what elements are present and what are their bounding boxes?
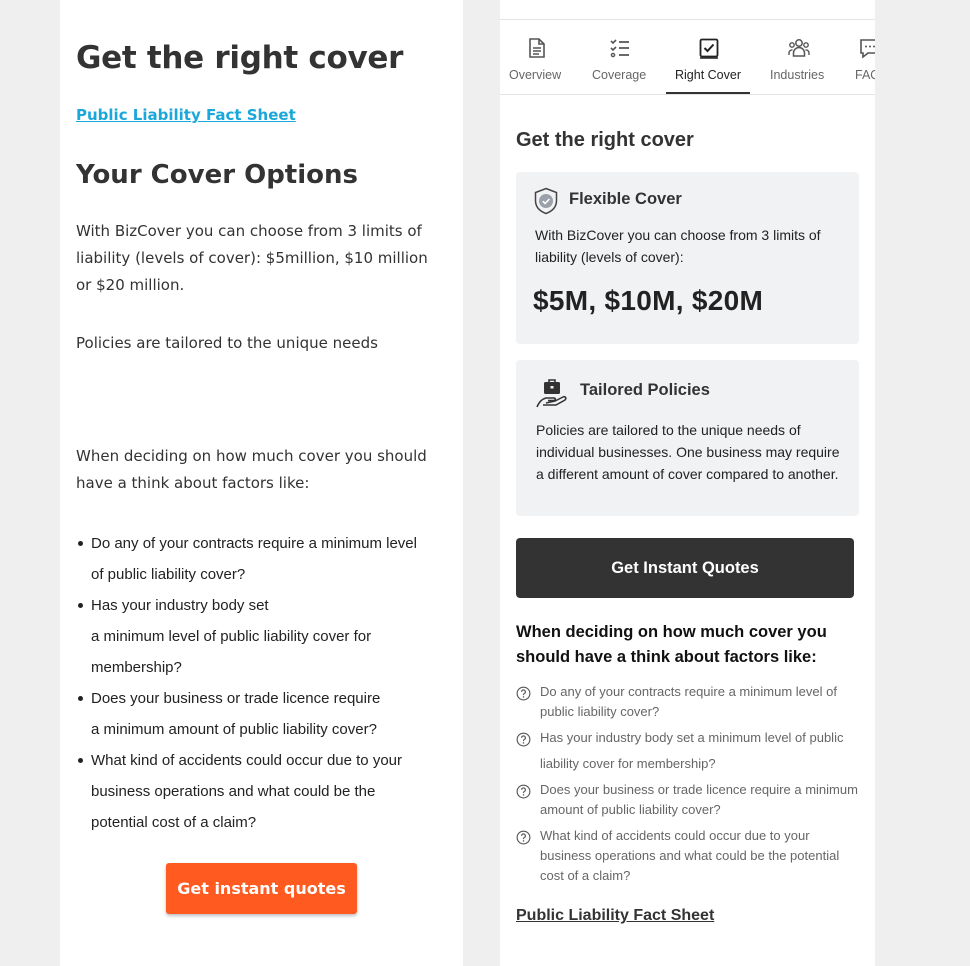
fact-sheet-link[interactable]: Public Liability Fact Sheet [76, 106, 296, 124]
chat-icon [860, 39, 875, 59]
checklist-icon [610, 39, 629, 58]
page-title: Get the right cover [76, 40, 404, 76]
get-instant-quotes-button[interactable]: Get instant quotes [166, 863, 357, 914]
checkbox-icon [699, 38, 719, 59]
tab-industries[interactable]: Industries [762, 20, 836, 94]
flexible-cover-text: With BizCover you can choose from 3 limi… [535, 227, 821, 265]
question-circle-icon [516, 686, 531, 701]
tab-right-cover[interactable]: Right Cover [666, 20, 750, 94]
fact-sheet-link-right[interactable]: Public Liability Fact Sheet [516, 907, 714, 925]
factors-list: Do any of your contracts require a minim… [76, 528, 446, 838]
tabs-divider [500, 94, 875, 95]
hand-briefcase-icon [536, 379, 567, 408]
cover-options-intro: With BizCover you can choose from 3 limi… [76, 222, 428, 294]
cover-limits: $5M, $10M, $20M [533, 285, 764, 316]
tailored-policies-card: Tailored Policies Policies are tailored … [516, 360, 859, 516]
cover-options-heading: Your Cover Options [76, 160, 358, 190]
section-title: Get the right cover [516, 129, 694, 151]
left-panel: Get the right cover Public Liability Fac… [60, 0, 463, 966]
list-item: What kind of accidents could occur due t… [76, 745, 446, 838]
get-instant-quotes-button-dark[interactable]: Get Instant Quotes [516, 538, 854, 598]
question-circle-icon [516, 732, 531, 747]
list-item: Has your industry body set a minimum leve… [76, 590, 446, 683]
people-icon [788, 39, 810, 57]
bullet-icon [78, 541, 83, 546]
bullet-icon [78, 758, 83, 763]
tailored-policies-text: Policies are tailored to the unique need… [536, 422, 840, 482]
flexible-cover-card: Flexible Cover With BizCover you can cho… [516, 172, 859, 344]
tab-overview[interactable]: Overview [500, 20, 572, 94]
document-icon [529, 38, 545, 58]
bullet-icon [78, 696, 83, 701]
tab-faq[interactable]: FAQ [846, 20, 875, 94]
tailored-text: Policies are tailored to the unique need… [76, 334, 378, 352]
right-panel: Overview Coverage Right Cover Industries… [500, 0, 875, 966]
question-circle-icon [516, 830, 531, 845]
deciding-text: When deciding on how much cover you shou… [76, 447, 427, 492]
tab-bar: Overview Coverage Right Cover Industries… [500, 20, 875, 94]
shield-check-icon [534, 187, 558, 215]
tailored-policies-title: Tailored Policies [580, 381, 710, 399]
tab-coverage[interactable]: Coverage [582, 20, 656, 94]
question-circle-icon [516, 784, 531, 799]
deciding-heading: When deciding on how much cover you shou… [516, 623, 827, 666]
bullet-icon [78, 603, 83, 608]
flexible-cover-title: Flexible Cover [569, 190, 682, 208]
list-item: Does your business or trade licence requ… [76, 683, 446, 745]
list-item: Do any of your contracts require a minim… [76, 528, 446, 590]
